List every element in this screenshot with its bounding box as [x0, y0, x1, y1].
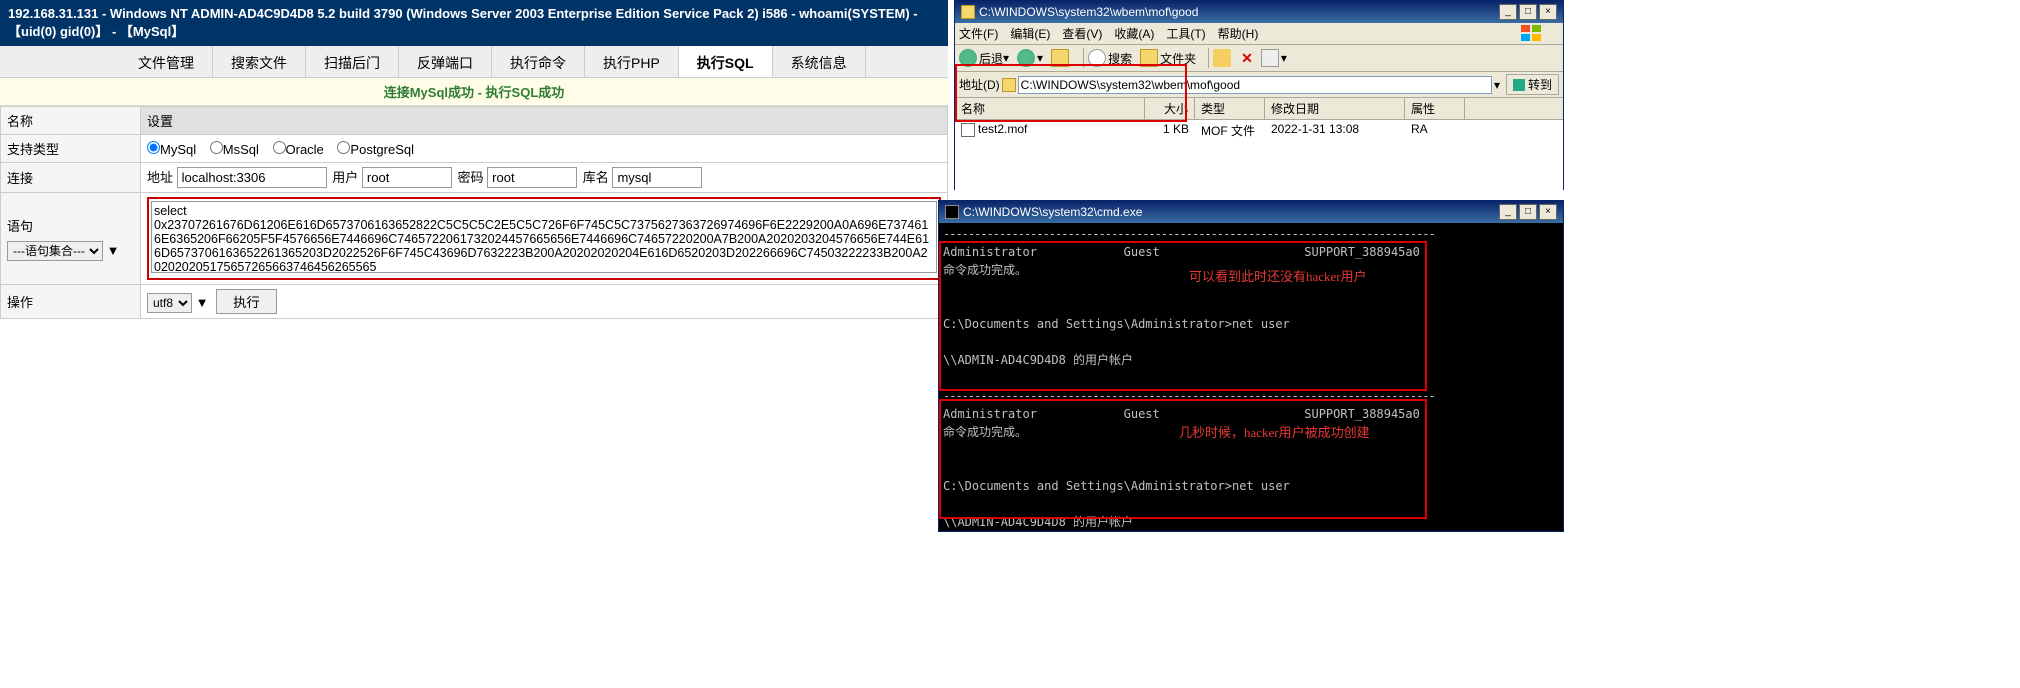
explorer-menubar: 文件(F) 编辑(E) 查看(V) 收藏(A) 工具(T) 帮助(H) [955, 23, 1563, 45]
file-list-header: 名称 大小 类型 修改日期 属性 [955, 98, 1563, 120]
file-icon [961, 123, 975, 137]
addr-input[interactable] [177, 167, 327, 188]
col-date[interactable]: 修改日期 [1265, 98, 1405, 119]
db-label: 库名 [583, 170, 609, 185]
folders-button[interactable]: 文件夹 [1140, 49, 1196, 67]
file-list: 名称 大小 类型 修改日期 属性 test2.mof 1 KB MOF 文件 2… [955, 98, 1563, 190]
config-table: 名称 设置 支持类型 MySql MsSql Oracle PostgreSql… [0, 106, 948, 319]
hdr-name: 名称 [1, 107, 141, 135]
tab-bar: 文件管理 搜索文件 扫描后门 反弹端口 执行命令 执行PHP 执行SQL 系统信… [0, 46, 948, 78]
minimize-button[interactable]: _ [1499, 4, 1517, 20]
radio-mysql[interactable] [147, 141, 160, 154]
cmd-output[interactable]: ----------------------------------------… [939, 223, 1563, 529]
addr-label: 地址 [147, 170, 173, 185]
row-op-label: 操作 [1, 285, 141, 319]
search-icon [1088, 49, 1106, 67]
row-conn-label: 连接 [1, 163, 141, 193]
tab-sysinfo[interactable]: 系统信息 [773, 46, 866, 77]
tab-sql[interactable]: 执行SQL [679, 46, 773, 77]
annotation-2: 几秒时候，hacker用户被成功创建 [1179, 423, 1370, 443]
up-icon [1051, 49, 1069, 67]
maximize-button[interactable]: □ [1519, 4, 1537, 20]
folder-icon [961, 5, 975, 19]
menu-file[interactable]: 文件(F) [959, 25, 998, 42]
cmd-icon [945, 205, 959, 219]
radio-oracle[interactable] [273, 141, 286, 154]
user-label: 用户 [332, 170, 358, 185]
tab-cmd[interactable]: 执行命令 [492, 46, 585, 77]
webshell-titlebar: 192.168.31.131 - Windows NT ADMIN-AD4C9D… [0, 0, 948, 46]
forward-button[interactable]: ▾ [1017, 49, 1043, 67]
address-label: 地址(D) [959, 76, 1000, 93]
close-button[interactable]: × [1539, 204, 1557, 220]
minimize-button[interactable]: _ [1499, 204, 1517, 220]
pass-label: 密码 [458, 170, 484, 185]
db-input[interactable] [612, 167, 702, 188]
address-input[interactable] [1018, 76, 1492, 94]
explorer-toolbar: 后退 ▾ ▾ 搜索 文件夹 ✕ ▾ [955, 45, 1563, 72]
folder-icon [1002, 78, 1016, 92]
webshell-panel: 192.168.31.131 - Windows NT ADMIN-AD4C9D… [0, 0, 948, 688]
menu-edit[interactable]: 编辑(E) [1010, 25, 1050, 42]
up-button[interactable] [1051, 49, 1071, 67]
properties-button[interactable]: ▾ [1261, 49, 1287, 67]
pass-input[interactable] [487, 167, 577, 188]
tab-reverse[interactable]: 反弹端口 [399, 46, 492, 77]
windows-logo-icon [1520, 24, 1548, 44]
radio-mssql[interactable] [210, 141, 223, 154]
execute-button[interactable]: 执行 [216, 289, 277, 314]
tab-search[interactable]: 搜索文件 [213, 46, 306, 77]
menu-tools[interactable]: 工具(T) [1166, 25, 1205, 42]
annotation-1: 可以看到此时还没有hacker用户 [1189, 267, 1367, 287]
menu-help[interactable]: 帮助(H) [1218, 25, 1259, 42]
col-type[interactable]: 类型 [1195, 98, 1265, 119]
charset-select[interactable]: utf8 [147, 293, 192, 313]
explorer-title: C:\WINDOWS\system32\wbem\mof\good [979, 5, 1198, 19]
sql-cell [141, 193, 948, 285]
db-type-radios: MySql MsSql Oracle PostgreSql [141, 135, 948, 163]
radio-postgresql[interactable] [337, 141, 350, 154]
menu-favorites[interactable]: 收藏(A) [1114, 25, 1154, 42]
tab-php[interactable]: 执行PHP [585, 46, 679, 77]
sql-textarea[interactable] [151, 201, 937, 273]
tab-scan[interactable]: 扫描后门 [306, 46, 399, 77]
cmd-window: C:\WINDOWS\system32\cmd.exe _ □ × ------… [938, 200, 1564, 532]
file-row[interactable]: test2.mof 1 KB MOF 文件 2022-1-31 13:08 RA [955, 120, 1563, 141]
forward-icon [1017, 49, 1035, 67]
close-button[interactable]: × [1539, 4, 1557, 20]
back-icon [959, 49, 977, 67]
explorer-window: C:\WINDOWS\system32\wbem\mof\good _ □ × … [954, 0, 1564, 190]
go-icon [1513, 79, 1525, 91]
maximize-button[interactable]: □ [1519, 204, 1537, 220]
op-cell: utf8 ▼ 执行 [141, 285, 948, 319]
conn-cell: 地址 用户 密码 库名 [141, 163, 948, 193]
search-button[interactable]: 搜索 [1088, 49, 1132, 67]
tab-file[interactable]: 文件管理 [120, 46, 213, 77]
views-icon [1213, 49, 1231, 67]
row-type-label: 支持类型 [1, 135, 141, 163]
properties-icon [1261, 49, 1279, 67]
cmd-title: C:\WINDOWS\system32\cmd.exe [963, 205, 1142, 219]
hdr-setting: 设置 [141, 107, 948, 135]
folders-icon [1140, 49, 1158, 67]
explorer-titlebar: C:\WINDOWS\system32\wbem\mof\good _ □ × [955, 1, 1563, 23]
sql-preset-select[interactable]: ---语句集合--- [7, 241, 103, 261]
col-size[interactable]: 大小 [1145, 98, 1195, 119]
go-button[interactable]: 转到 [1506, 74, 1559, 95]
address-bar: 地址(D) ▾ 转到 [955, 72, 1563, 98]
sql-highlight-box [147, 197, 941, 280]
delete-button[interactable]: ✕ [1241, 50, 1253, 67]
col-name[interactable]: 名称 [955, 98, 1145, 119]
views-button[interactable] [1213, 49, 1233, 67]
status-bar: 连接MySql成功 - 执行SQL成功 [0, 78, 948, 106]
menu-view[interactable]: 查看(V) [1062, 25, 1102, 42]
user-input[interactable] [362, 167, 452, 188]
row-sql-label: 语句 ---语句集合--- ▼ [1, 193, 141, 285]
col-attr[interactable]: 属性 [1405, 98, 1465, 119]
cmd-titlebar: C:\WINDOWS\system32\cmd.exe _ □ × [939, 201, 1563, 223]
back-button[interactable]: 后退 ▾ [959, 49, 1009, 67]
